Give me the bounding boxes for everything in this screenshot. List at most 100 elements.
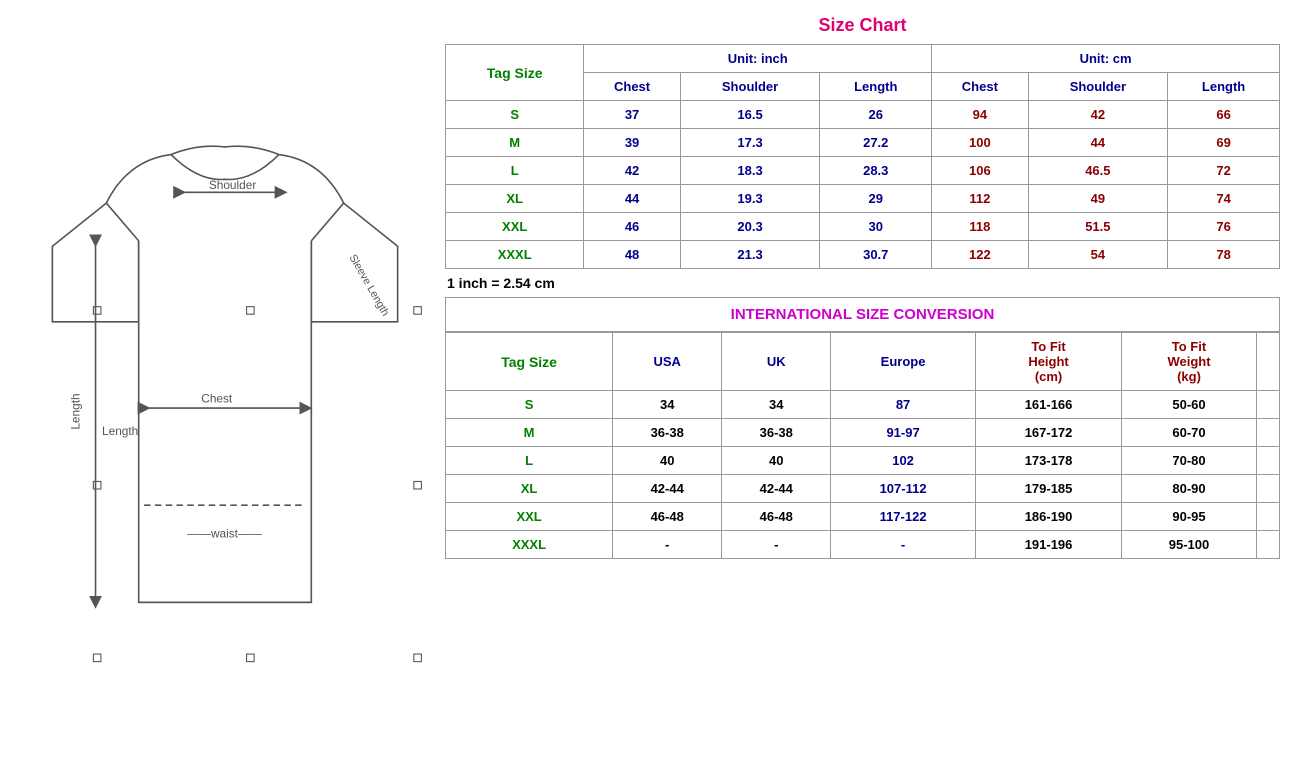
cm-length-header: Length: [1168, 73, 1280, 101]
corner-mark-5: [414, 481, 422, 489]
inch-chest-val: 42: [584, 157, 680, 185]
conv-usa-cell: 34: [613, 391, 722, 419]
conv-empty-cell: [1256, 391, 1279, 419]
inch-chest-header: Chest: [584, 73, 680, 101]
inch-length-val: 30.7: [820, 241, 932, 269]
cm-shoulder-val: 46.5: [1028, 157, 1168, 185]
conv-weight-cell: 60-70: [1122, 419, 1256, 447]
inch-length-val: 28.3: [820, 157, 932, 185]
tag-size-cell: S: [446, 101, 584, 129]
corner-mark-1: [93, 307, 101, 315]
inch-shoulder-val: 20.3: [680, 213, 820, 241]
tag-size-cell: XXXL: [446, 241, 584, 269]
cm-shoulder-header: Shoulder: [1028, 73, 1168, 101]
conv-europe-cell: 87: [831, 391, 976, 419]
conv-europe-cell: -: [831, 531, 976, 559]
cm-chest-val: 118: [932, 213, 1028, 241]
intl-uk-header: UK: [722, 333, 831, 391]
inch-chest-val: 46: [584, 213, 680, 241]
cm-length-val: 69: [1168, 129, 1280, 157]
size-row: XXL 46 20.3 30 118 51.5 76: [446, 213, 1280, 241]
unit-inch-header: Unit: inch: [584, 45, 932, 73]
size-chart-title: Size Chart: [445, 15, 1280, 36]
inch-shoulder-val: 18.3: [680, 157, 820, 185]
corner-mark-2: [247, 307, 255, 315]
conv-usa-cell: 42-44: [613, 475, 722, 503]
right-panel: Size Chart Tag Size Unit: inch Unit: cm …: [440, 10, 1285, 763]
conv-tag-cell: XXXL: [446, 531, 613, 559]
inch-chest-val: 44: [584, 185, 680, 213]
conversion-row: L 40 40 102 173-178 70-80: [446, 447, 1280, 475]
conv-uk-cell: 34: [722, 391, 831, 419]
intl-europe-header: Europe: [831, 333, 976, 391]
shirt-diagram-panel: Shoulder Chest Length Length Sleeve Leng…: [10, 10, 440, 763]
cm-shoulder-val: 54: [1028, 241, 1168, 269]
unit-cm-header: Unit: cm: [932, 45, 1280, 73]
inch-shoulder-val: 19.3: [680, 185, 820, 213]
intl-tag-header: Tag Size: [446, 333, 613, 391]
conv-empty-cell: [1256, 475, 1279, 503]
size-row: XL 44 19.3 29 112 49 74: [446, 185, 1280, 213]
conv-europe-cell: 117-122: [831, 503, 976, 531]
conv-tag-cell: L: [446, 447, 613, 475]
conversion-note: 1 inch = 2.54 cm: [445, 269, 1280, 297]
inch-shoulder-header: Shoulder: [680, 73, 820, 101]
size-row: L 42 18.3 28.3 106 46.5 72: [446, 157, 1280, 185]
conv-height-cell: 167-172: [975, 419, 1121, 447]
shoulder-label: Shoulder: [209, 178, 257, 192]
chest-label: Chest: [201, 392, 233, 406]
conv-usa-cell: 36-38: [613, 419, 722, 447]
conversion-row: XXL 46-48 46-48 117-122 186-190 90-95: [446, 503, 1280, 531]
conv-europe-cell: 91-97: [831, 419, 976, 447]
conversion-table: Tag Size USA UK Europe To FitHeight(cm) …: [445, 332, 1280, 559]
conv-weight-cell: 90-95: [1122, 503, 1256, 531]
tag-size-header: Tag Size: [446, 45, 584, 101]
conv-weight-cell: 80-90: [1122, 475, 1256, 503]
conv-tag-cell: S: [446, 391, 613, 419]
inch-shoulder-val: 16.5: [680, 101, 820, 129]
cm-length-val: 78: [1168, 241, 1280, 269]
conv-uk-cell: 46-48: [722, 503, 831, 531]
inch-chest-val: 39: [584, 129, 680, 157]
inch-length-val: 27.2: [820, 129, 932, 157]
cm-length-val: 74: [1168, 185, 1280, 213]
conv-weight-cell: 95-100: [1122, 531, 1256, 559]
conversion-row: M 36-38 36-38 91-97 167-172 60-70: [446, 419, 1280, 447]
conversion-title-table: INTERNATIONAL SIZE CONVERSION: [445, 297, 1280, 332]
conv-weight-cell: 50-60: [1122, 391, 1256, 419]
corner-mark-7: [247, 654, 255, 662]
cm-chest-header: Chest: [932, 73, 1028, 101]
tag-size-cell: L: [446, 157, 584, 185]
corner-mark-8: [414, 654, 422, 662]
conv-empty-cell: [1256, 503, 1279, 531]
size-row: XXXL 48 21.3 30.7 122 54 78: [446, 241, 1280, 269]
cm-chest-val: 112: [932, 185, 1028, 213]
conv-height-cell: 186-190: [975, 503, 1121, 531]
conv-usa-cell: 46-48: [613, 503, 722, 531]
conv-height-cell: 173-178: [975, 447, 1121, 475]
length-label2: Length: [102, 424, 138, 438]
conv-uk-cell: 36-38: [722, 419, 831, 447]
conv-weight-cell: 70-80: [1122, 447, 1256, 475]
conv-empty-cell: [1256, 531, 1279, 559]
cm-shoulder-val: 42: [1028, 101, 1168, 129]
inch-shoulder-val: 17.3: [680, 129, 820, 157]
inch-shoulder-val: 21.3: [680, 241, 820, 269]
conv-height-cell: 191-196: [975, 531, 1121, 559]
conv-height-cell: 161-166: [975, 391, 1121, 419]
size-row: S 37 16.5 26 94 42 66: [446, 101, 1280, 129]
cm-chest-val: 100: [932, 129, 1028, 157]
cm-chest-val: 106: [932, 157, 1028, 185]
conv-tag-cell: XL: [446, 475, 613, 503]
shirt-diagram: Shoulder Chest Length Length Sleeve Leng…: [20, 20, 430, 753]
intl-weight-header: To FitWeight(kg): [1122, 333, 1256, 391]
conversion-row: S 34 34 87 161-166 50-60: [446, 391, 1280, 419]
conv-height-cell: 179-185: [975, 475, 1121, 503]
inch-chest-val: 48: [584, 241, 680, 269]
tag-size-cell: XL: [446, 185, 584, 213]
sleeve-label: Sleeve Length: [346, 253, 391, 319]
cm-chest-val: 94: [932, 101, 1028, 129]
corner-mark-4: [93, 481, 101, 489]
conv-uk-cell: 42-44: [722, 475, 831, 503]
conversion-row: XL 42-44 42-44 107-112 179-185 80-90: [446, 475, 1280, 503]
